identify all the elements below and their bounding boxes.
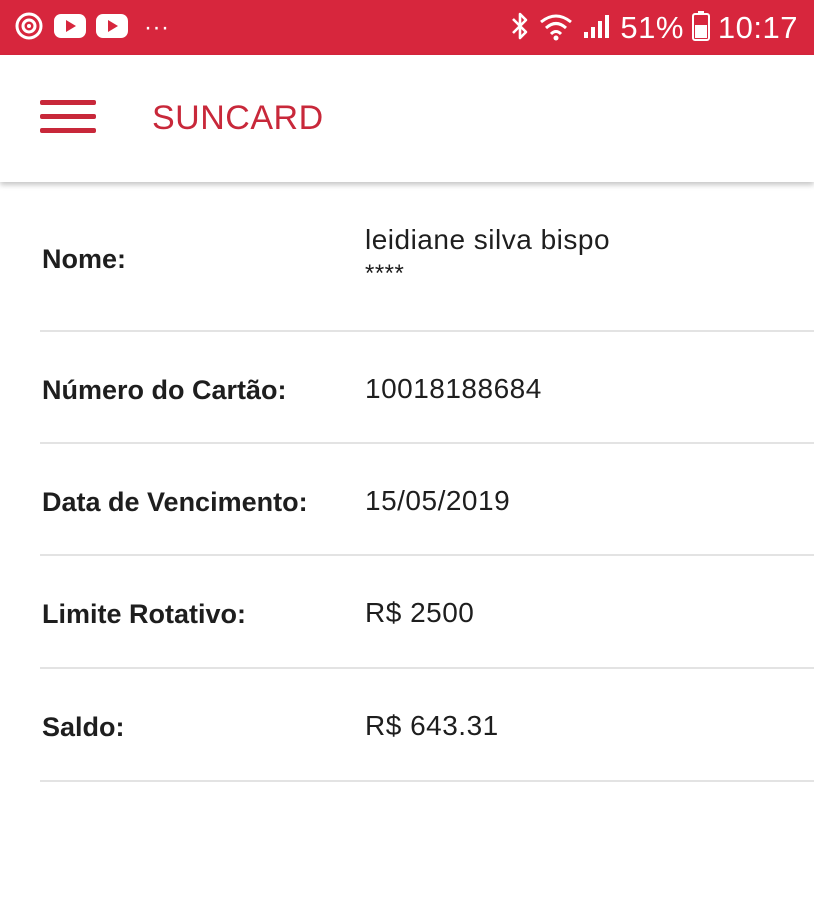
detail-label: Saldo: — [42, 712, 125, 742]
detail-row-balance: Saldo: R$ 643.31 — [40, 669, 814, 782]
detail-value: 10018188684 — [365, 373, 542, 404]
youtube-icon — [54, 13, 86, 43]
detail-label: Número do Cartão: — [42, 375, 287, 405]
more-notifications-icon: ··· — [144, 14, 170, 41]
youtube-icon — [96, 13, 128, 43]
hamburger-menu-icon[interactable] — [40, 98, 96, 138]
signal-icon — [582, 12, 612, 45]
status-bar: ··· 51% 10:17 — [0, 0, 814, 55]
detail-value: 15/05/2019 — [365, 485, 511, 516]
app-bar: SUNCARD — [0, 55, 814, 182]
detail-value: R$ 2500 — [365, 597, 475, 628]
detail-value-secondary: **** — [365, 260, 405, 287]
detail-label: Data de Vencimento: — [42, 487, 308, 517]
battery-icon — [691, 10, 710, 46]
sync-icon — [14, 11, 44, 46]
app-title: SUNCARD — [152, 99, 324, 137]
detail-row-revolving-limit: Limite Rotativo: R$ 2500 — [40, 556, 814, 669]
battery-percentage: 51% — [620, 10, 684, 45]
detail-label: Limite Rotativo: — [42, 599, 247, 629]
clock: 10:17 — [717, 10, 798, 45]
detail-row-due-date: Data de Vencimento: 15/05/2019 — [40, 444, 814, 556]
detail-label: Nome: — [42, 244, 127, 274]
status-system: 51% 10:17 — [510, 8, 798, 48]
bluetooth-icon — [510, 10, 530, 47]
detail-row-card-number: Número do Cartão: 10018188684 — [40, 332, 814, 444]
detail-value: R$ 643.31 — [365, 710, 499, 741]
status-notifications: ··· — [14, 12, 169, 44]
detail-value: leidiane silva bispo — [365, 224, 611, 255]
wifi-icon — [538, 11, 574, 46]
detail-row-name: Nome: leidiane silva bispo **** — [40, 182, 814, 332]
